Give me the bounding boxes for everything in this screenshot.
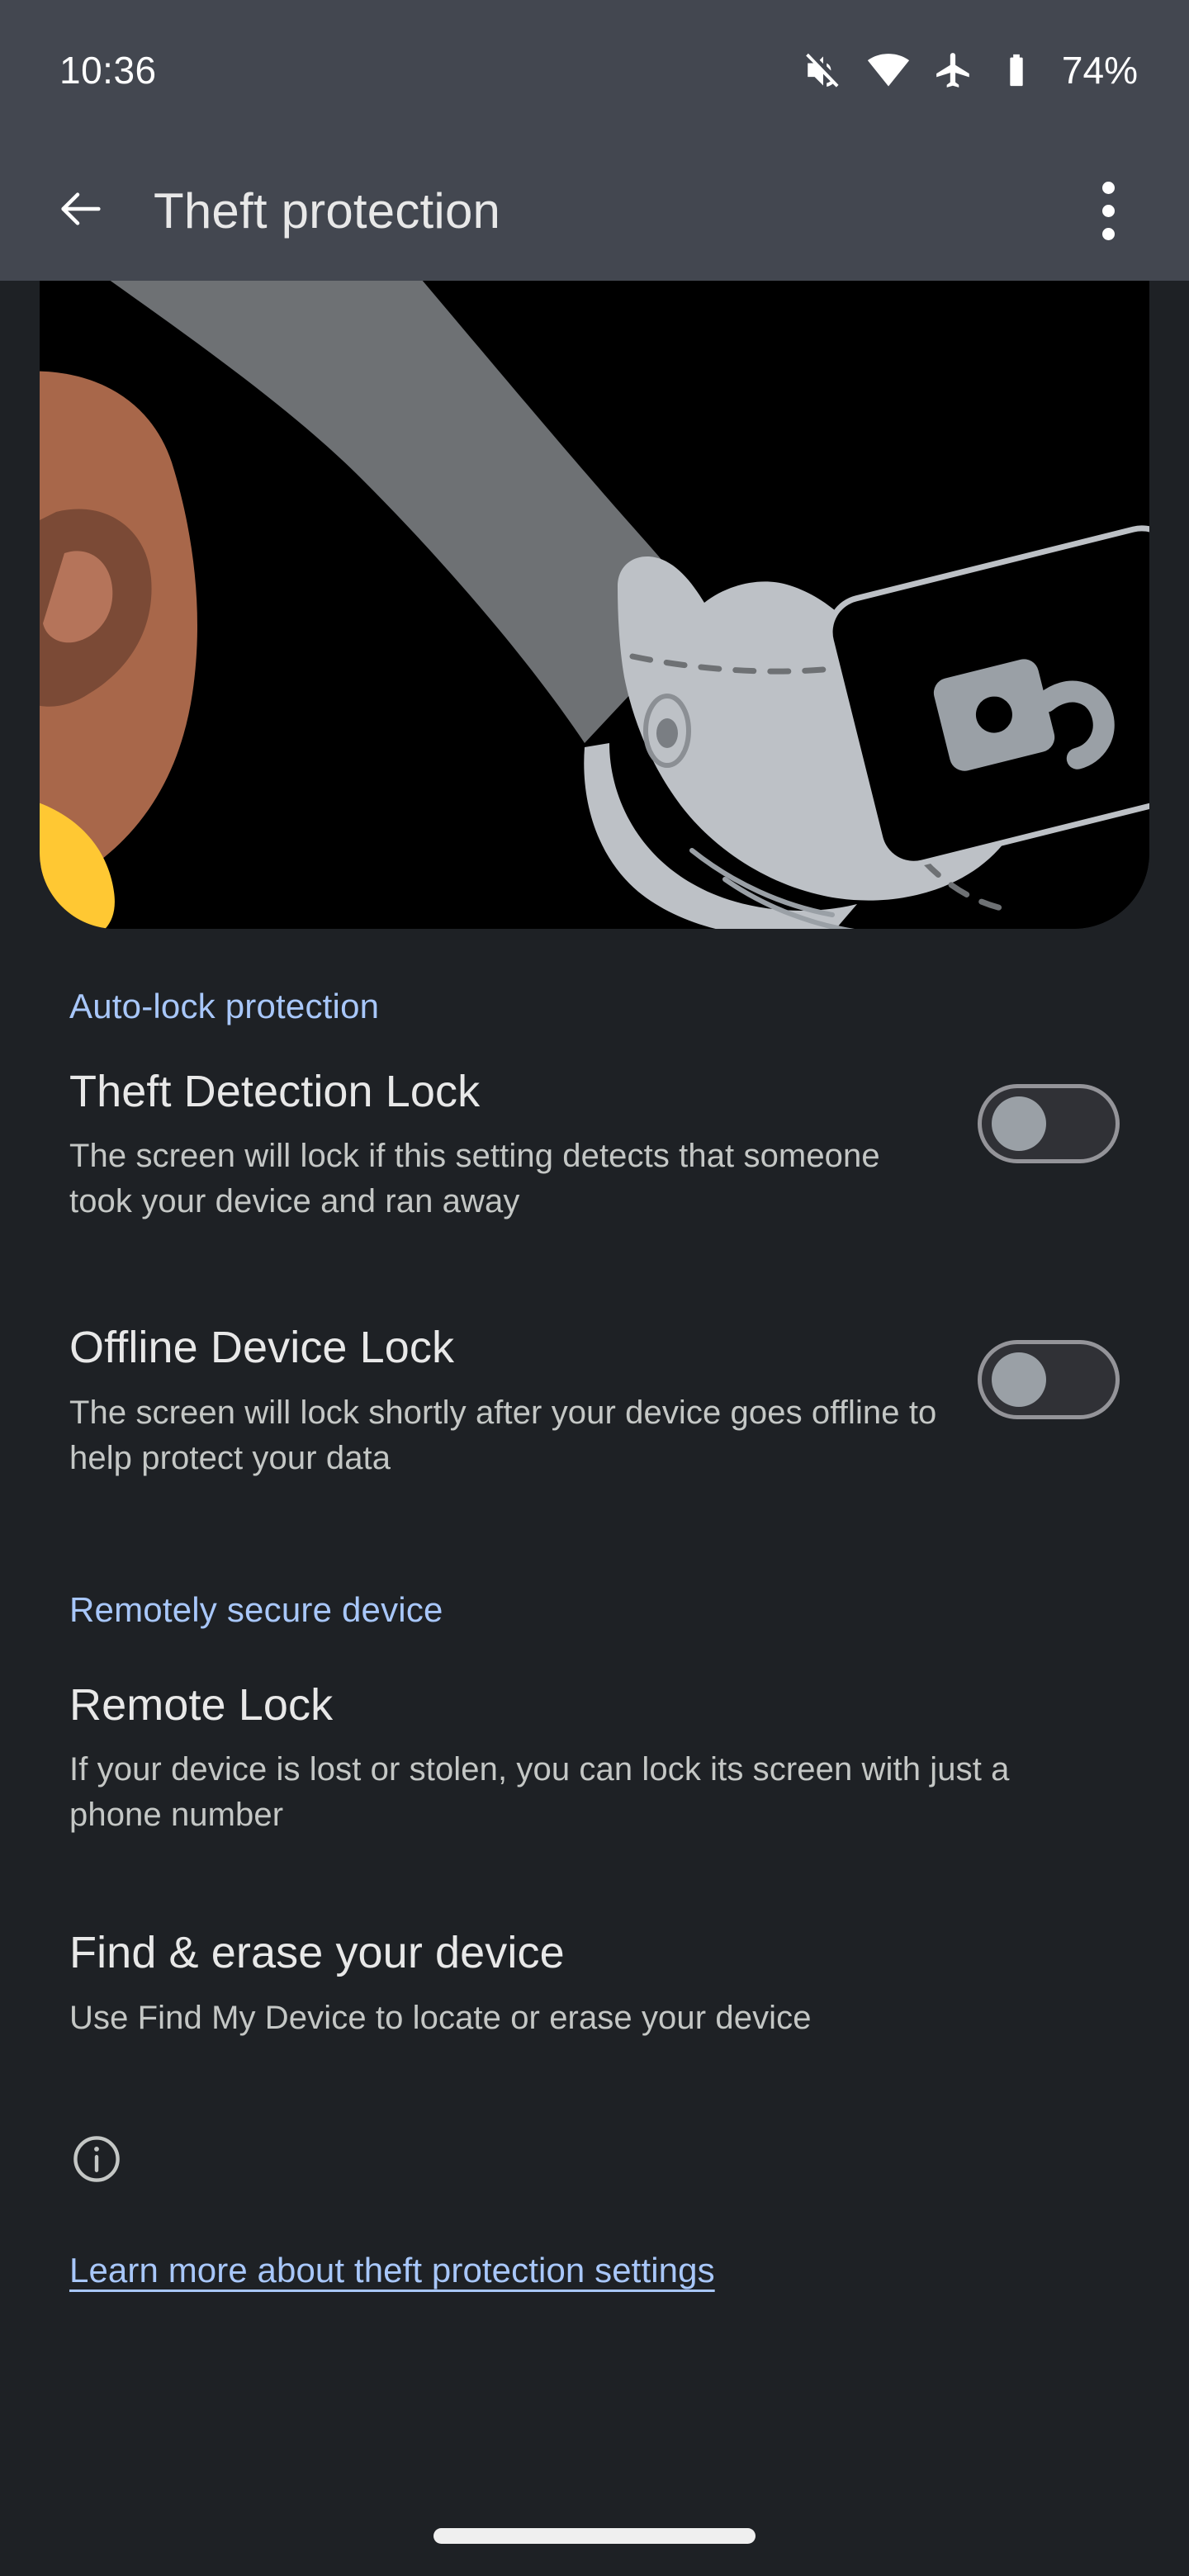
pref-text-group: Offline Device Lock The screen will lock… xyxy=(69,1322,978,1480)
theft-illustration-card xyxy=(40,281,1149,929)
phone-screen: 10:36 74% Theft protection Auto-lock pro… xyxy=(0,0,1189,2576)
more-options-button[interactable] xyxy=(1067,161,1149,260)
pref-remote-lock[interactable]: Remote Lock If your device is lost or st… xyxy=(0,1630,1189,1838)
toggle-knob xyxy=(992,1352,1046,1408)
info-icon xyxy=(69,2132,124,2186)
pref-title: Find & erase your device xyxy=(69,1928,565,1978)
wifi-icon xyxy=(867,49,910,92)
pref-text-group: Find & erase your device Use Find My Dev… xyxy=(69,1927,1093,2040)
more-options-icon-dot-3 xyxy=(1101,227,1115,240)
pref-summary: Use Find My Device to locate or erase yo… xyxy=(69,1999,812,2036)
theft-detection-lock-toggle[interactable] xyxy=(978,1084,1120,1163)
offline-device-lock-toggle[interactable] xyxy=(978,1340,1120,1420)
more-options-icon-dot-1 xyxy=(1101,181,1115,194)
more-options-icon-dot-2 xyxy=(1101,204,1115,217)
theft-snatching-phone-illustration xyxy=(40,281,1149,929)
battery-icon xyxy=(997,51,1035,89)
pref-title: Offline Device Lock xyxy=(69,1323,455,1373)
status-bar-clock: 10:36 xyxy=(59,49,157,92)
battery-percentage: 74% xyxy=(1061,49,1138,92)
back-button[interactable] xyxy=(31,161,130,260)
pref-summary: The screen will lock if this setting det… xyxy=(69,1138,880,1220)
status-bar-icons: 74% xyxy=(803,48,1138,92)
app-bar: Theft protection xyxy=(0,140,1189,281)
pref-title: Remote Lock xyxy=(69,1679,334,1730)
pref-text-group: Theft Detection Lock The screen will loc… xyxy=(69,1066,978,1224)
footer-section: Learn more about theft protection settin… xyxy=(0,2041,1189,2290)
pref-summary: If your device is lost or stolen, you ca… xyxy=(69,1751,1010,1834)
pref-find-and-erase-device[interactable]: Find & erase your device Use Find My Dev… xyxy=(0,1838,1189,2040)
page-title: Theft protection xyxy=(154,182,501,239)
airplane-mode-icon xyxy=(933,50,974,91)
pref-text-group: Remote Lock If your device is lost or st… xyxy=(69,1679,1093,1838)
volume-off-icon xyxy=(803,50,844,91)
pref-offline-device-lock[interactable]: Offline Device Lock The screen will lock… xyxy=(0,1224,1189,1480)
status-bar: 10:36 74% xyxy=(0,0,1189,140)
section-header-remotely-secure: Remotely secure device xyxy=(69,1589,443,1629)
settings-content: Auto-lock protection Theft Detection Loc… xyxy=(0,929,1189,2290)
pref-summary: The screen will lock shortly after your … xyxy=(69,1394,937,1476)
toggle-knob xyxy=(992,1096,1046,1151)
pref-title: Theft Detection Lock xyxy=(69,1067,481,1116)
pref-theft-detection-lock[interactable]: Theft Detection Lock The screen will loc… xyxy=(0,1026,1189,1224)
home-gesture-bar[interactable] xyxy=(433,2528,756,2544)
section-header-auto-lock: Auto-lock protection xyxy=(69,987,380,1025)
learn-more-link[interactable]: Learn more about theft protection settin… xyxy=(69,2251,715,2290)
back-arrow-icon xyxy=(54,182,107,239)
